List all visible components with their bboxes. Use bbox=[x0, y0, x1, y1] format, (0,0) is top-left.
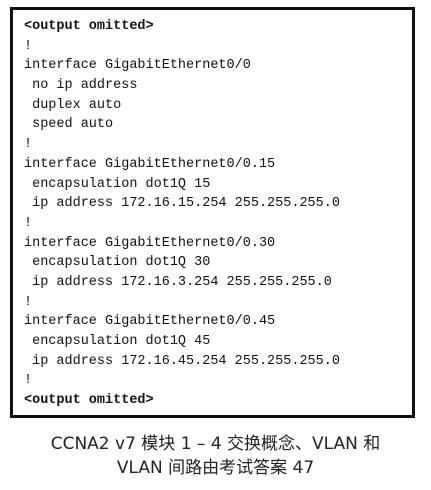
encapsulation-line: encapsulation dot1Q 45 bbox=[24, 334, 211, 349]
config-separator: ! bbox=[24, 38, 33, 54]
caption-line-1: CCNA2 v7 模块 1 – 4 交换概念、VLAN 和 bbox=[50, 434, 381, 454]
speed-line: speed auto bbox=[24, 117, 114, 133]
config-separator: ! bbox=[24, 373, 33, 389]
interface-g0-0-45: interface GigabitEthernet0/0.45 bbox=[24, 314, 276, 330]
output-omitted-top: <output omitted> bbox=[24, 19, 154, 34]
ip-address-line: ip address 172.16.45.254 255.255.255.0 bbox=[24, 353, 340, 369]
duplex-line: duplex auto bbox=[24, 97, 122, 113]
interface-g0-0-30: interface GigabitEthernet0/0.30 bbox=[24, 235, 276, 251]
figure-caption: CCNA2 v7 模块 1 – 4 交换概念、VLAN 和 VLAN 间路由考试… bbox=[0, 432, 431, 480]
encapsulation-line: encapsulation dot1Q 30 bbox=[24, 255, 211, 271]
no-ip-address-line: no ip address bbox=[24, 78, 138, 94]
interface-g0-0-15: interface GigabitEthernet0/0.15 bbox=[24, 156, 276, 172]
config-separator: ! bbox=[24, 137, 33, 153]
ip-address-line: ip address 172.16.15.254 255.255.255.0 bbox=[24, 196, 340, 212]
config-listing: <output omitted> ! interface GigabitEthe… bbox=[24, 17, 340, 411]
output-omitted-bottom: <output omitted> bbox=[24, 393, 154, 409]
router-config-figure: <output omitted> ! interface GigabitEthe… bbox=[10, 7, 415, 418]
config-separator: ! bbox=[24, 294, 33, 310]
config-separator: ! bbox=[24, 215, 33, 231]
caption-line-2: VLAN 间路由考试答案 47 bbox=[116, 458, 315, 478]
ip-address-line: ip address 172.16.3.254 255.255.255.0 bbox=[24, 274, 332, 290]
interface-g0-0: interface GigabitEthernet0/0 bbox=[24, 58, 251, 74]
encapsulation-line: encapsulation dot1Q 15 bbox=[24, 176, 211, 192]
